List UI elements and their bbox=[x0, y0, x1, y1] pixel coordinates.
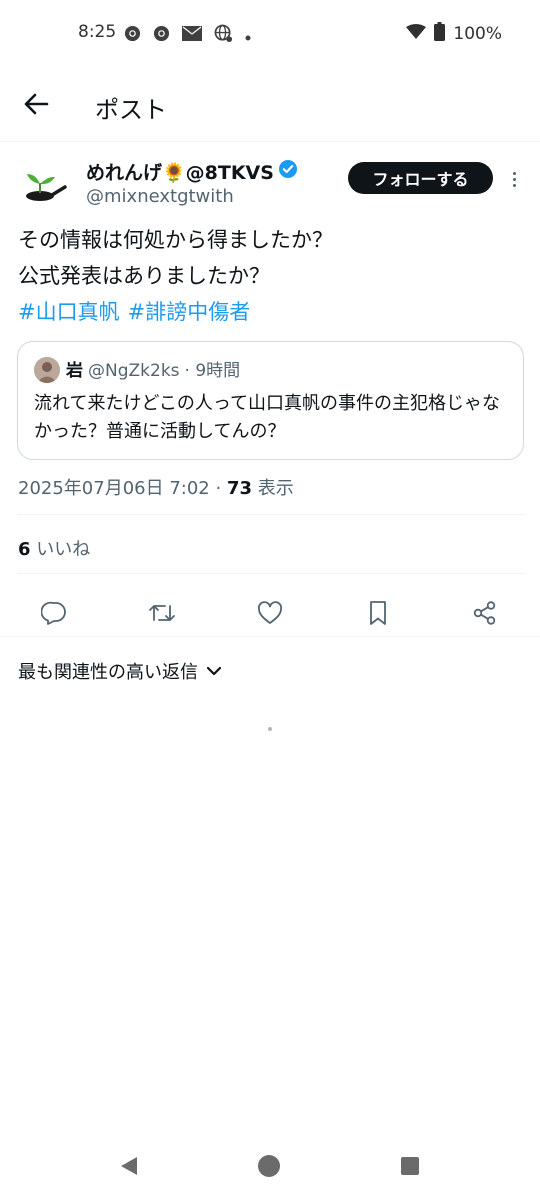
circle-home-icon bbox=[257, 1154, 281, 1182]
views-label: 表示 bbox=[252, 478, 294, 499]
likes-count: 6 bbox=[18, 539, 31, 560]
post-text-line: その情報は何処から得ましたか？ bbox=[18, 228, 333, 252]
quoted-timestamp: · 9時間 bbox=[184, 361, 241, 381]
reply-icon bbox=[40, 601, 67, 629]
nav-recents-button[interactable] bbox=[397, 1155, 423, 1181]
system-nav-bar bbox=[0, 1135, 540, 1199]
divider bbox=[18, 573, 525, 574]
chrome-icon bbox=[124, 25, 141, 46]
chevron-down-icon bbox=[206, 661, 222, 682]
battery-icon bbox=[434, 22, 446, 46]
quoted-author-avatar bbox=[34, 357, 60, 383]
author-display-name: めれんげ🌻@8TKVS bbox=[86, 162, 274, 184]
like-button[interactable] bbox=[255, 600, 285, 630]
share-button[interactable] bbox=[470, 600, 500, 630]
notification-icons bbox=[124, 24, 251, 47]
more-dot-icon bbox=[512, 183, 516, 187]
quoted-header: 岩 @NgZk2ks · 9時間 bbox=[66, 356, 240, 381]
action-bar bbox=[0, 588, 540, 640]
sprout-pan-icon bbox=[18, 160, 68, 210]
system-icons: 100% bbox=[406, 22, 502, 46]
quoted-author-name: 岩 bbox=[66, 361, 83, 381]
divider bbox=[18, 514, 525, 515]
reply-sort-label: 最も関連性の高い返信 bbox=[18, 662, 198, 683]
reply-button[interactable] bbox=[39, 600, 69, 630]
retweet-button[interactable] bbox=[147, 600, 177, 630]
hashtags: #山口真帆 #誹謗中傷者 bbox=[18, 294, 523, 330]
nav-back-button[interactable] bbox=[116, 1155, 142, 1181]
share-icon bbox=[472, 600, 498, 630]
bookmark-button[interactable] bbox=[363, 600, 393, 630]
square-recents-icon bbox=[399, 1155, 421, 1181]
status-time: 8:25 bbox=[78, 22, 117, 42]
loading-indicator bbox=[268, 727, 272, 731]
battery-level: 100% bbox=[453, 24, 502, 44]
post-meta: 2025年07月06日 7:02 · 73 表示 bbox=[18, 474, 294, 500]
back-button[interactable] bbox=[20, 90, 52, 122]
hashtag-link[interactable]: #山口真帆 bbox=[18, 294, 120, 330]
page-title: ポスト bbox=[95, 96, 167, 124]
follow-button[interactable]: フォローする bbox=[348, 162, 493, 194]
bookmark-icon bbox=[367, 600, 389, 630]
likes-label: いいね bbox=[30, 539, 91, 560]
more-dot-icon bbox=[512, 171, 516, 175]
author-avatar[interactable] bbox=[18, 160, 68, 210]
divider bbox=[0, 636, 540, 637]
dot-icon bbox=[245, 26, 251, 45]
like-icon bbox=[257, 601, 283, 629]
verified-badge-icon bbox=[278, 159, 298, 184]
likes-summary[interactable]: 6 いいね bbox=[18, 535, 90, 561]
quoted-author-handle: @NgZk2ks bbox=[88, 361, 180, 381]
more-dot-icon bbox=[512, 177, 516, 181]
reply-sort-selector[interactable]: 最も関連性の高い返信 bbox=[18, 658, 222, 684]
app-bar: ポスト bbox=[0, 68, 540, 142]
more-options-button[interactable] bbox=[504, 166, 524, 192]
retweet-icon bbox=[148, 601, 176, 629]
author-handle[interactable]: @mixnextgtwith bbox=[86, 186, 234, 207]
triangle-back-icon bbox=[118, 1155, 140, 1181]
globe-icon bbox=[214, 24, 233, 47]
post-text-line: 公式発表はありましたか？ bbox=[18, 264, 270, 288]
arrow-left-icon bbox=[23, 93, 49, 119]
email-icon bbox=[182, 26, 202, 45]
wifi-icon bbox=[406, 23, 427, 45]
author-name[interactable]: めれんげ🌻@8TKVS bbox=[86, 158, 298, 185]
hashtag-link[interactable]: #誹謗中傷者 bbox=[128, 294, 251, 330]
post-text: その情報は何処から得ましたか？ 公式発表はありましたか？ #山口真帆 #誹謗中傷… bbox=[18, 222, 523, 330]
nav-home-button[interactable] bbox=[256, 1155, 282, 1181]
quoted-post[interactable]: 岩 @NgZk2ks · 9時間 流れて来たけどこの人って山口真帆の事件の主犯格… bbox=[17, 341, 524, 460]
post-timestamp: 2025年07月06日 7:02 · bbox=[18, 478, 227, 499]
views-count: 73 bbox=[226, 478, 252, 499]
chrome-icon bbox=[153, 25, 170, 46]
quoted-text: 流れて来たけどこの人って山口真帆の事件の主犯格じゃなかった？普通に活動してんの？ bbox=[34, 393, 501, 442]
status-bar: 8:25 100% bbox=[0, 0, 540, 68]
